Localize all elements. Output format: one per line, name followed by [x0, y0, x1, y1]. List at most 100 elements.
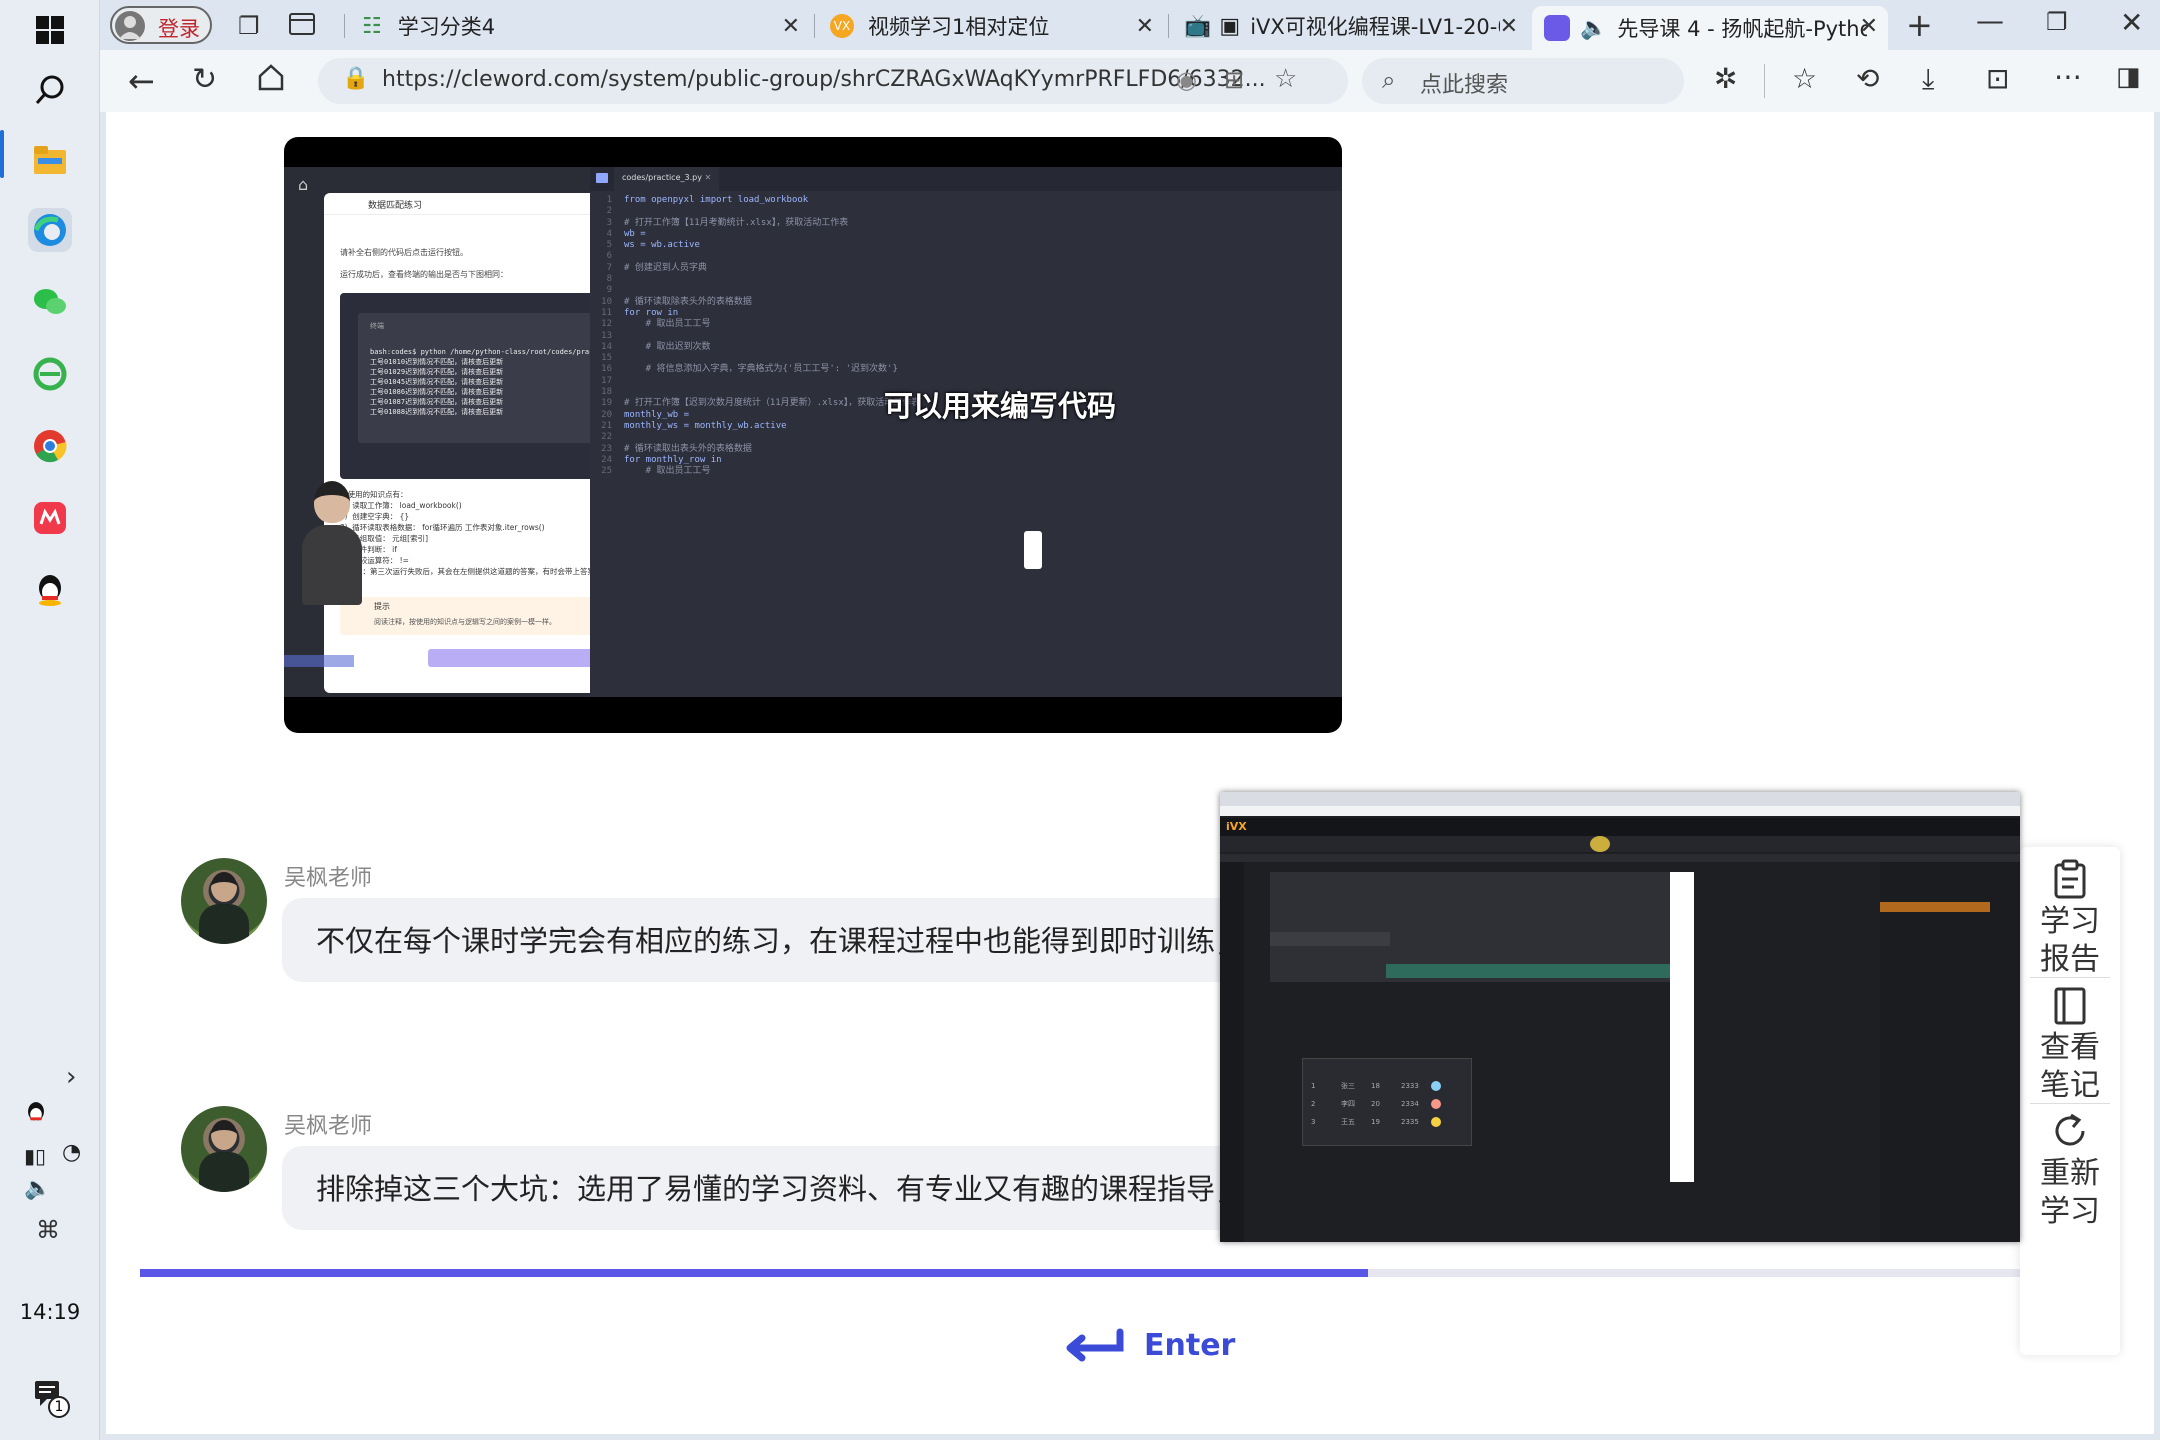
tab-label: 先导课 4 - 扬帆起航-Python [1617, 17, 1868, 41]
close-icon[interactable]: ✕ [1860, 14, 1878, 39]
window-close-icon[interactable]: ✕ [2120, 6, 2143, 39]
pip-table-cell: 19 [1371, 1118, 1380, 1126]
chrome-icon[interactable] [28, 424, 72, 468]
file-explorer-icon[interactable] [28, 138, 72, 182]
pip-table-cell: 18 [1371, 1082, 1380, 1090]
qq-icon[interactable] [28, 568, 72, 612]
terminal-label: 终端 [370, 322, 384, 330]
line-number: 8 [606, 274, 612, 285]
view-notes-button[interactable]: 查看笔记 [2020, 985, 2120, 1105]
qq-tray-icon[interactable] [24, 1100, 48, 1130]
pip-logo: iVX [1226, 820, 1247, 833]
workspaces-icon[interactable]: ❐ [238, 12, 260, 40]
back-icon[interactable]: ← [128, 62, 155, 100]
video-subtitle: 可以用来编写代码 [884, 389, 1117, 423]
address-bar[interactable]: 🔒 https://cleword.com/system/public-grou… [318, 58, 1348, 104]
speaker-icon[interactable]: 🔈 [1580, 16, 1607, 41]
close-icon[interactable]: ✕ [782, 14, 800, 39]
search-icon[interactable] [28, 68, 72, 112]
tools-strip [1024, 531, 1324, 569]
tab-actions-icon[interactable] [288, 10, 316, 42]
code-line: 16 # 将信息添加入字典，字典格式为{'员工工号': '迟到次数'} [590, 364, 1342, 375]
battery-icon[interactable]: ▮▯ [24, 1144, 46, 1168]
report-icon [2054, 859, 2086, 899]
user-avatar-icon [1431, 1117, 1441, 1127]
edge-icon[interactable]: ◉ [1176, 66, 1197, 94]
restore-icon[interactable]: ❐ [2046, 8, 2068, 36]
line-number: 11 [601, 307, 612, 318]
study-report-button[interactable]: 学习报告 [2020, 859, 2120, 979]
app-red-icon[interactable] [28, 496, 72, 540]
wifi-icon[interactable]: ◔ [62, 1140, 81, 1165]
ie-browser-icon[interactable] [28, 352, 72, 396]
pip-video-window[interactable]: iVX 1 张三 18 2333 2 李四 20 2334 3 王五 19 2335 [1220, 792, 2020, 1242]
line-number: 9 [606, 285, 612, 296]
tab-ivx-course[interactable]: 📺 ▣ iVX可视化编程课-LV1-20-02 ✕ [1172, 6, 1528, 46]
edge-browser-icon[interactable] [28, 208, 72, 252]
line-number: 5 [606, 240, 612, 251]
app-available-icon[interactable]: ⊞ [1224, 66, 1244, 94]
video-player[interactable]: ⌂ 数据匹配练习 请补全右侧的代码后点击运行按钮。 运行成功后，查看终端的输出是… [284, 137, 1342, 733]
enter-button[interactable]: Enter [1064, 1320, 1244, 1370]
minimize-icon[interactable]: — [1976, 4, 2004, 37]
restart-learning-button[interactable]: 重新学习 [2020, 1111, 2120, 1231]
lock-icon[interactable]: 🔒 [342, 66, 369, 91]
search-box[interactable]: ⌕ 点此搜索 [1362, 58, 1684, 104]
download-icon[interactable]: ⤓ [1922, 62, 1934, 96]
clock[interactable]: 14:19 [0, 1300, 100, 1324]
pip-table-row: 1 张三 18 2333 [1311, 1077, 1465, 1095]
line-number: 23 [601, 443, 612, 454]
login-button[interactable]: 登录 [110, 6, 212, 44]
extensions-icon[interactable]: ✲ [1714, 62, 1737, 95]
line-number: 13 [601, 330, 612, 341]
pip-table-cell: 3 [1311, 1118, 1316, 1126]
tab-video-study[interactable]: VX 视频学习1相对定位 ✕ [818, 6, 1164, 46]
home-icon[interactable] [256, 62, 286, 96]
code-line: 24 for monthly_row in [590, 455, 1342, 466]
refresh-icon[interactable]: ↻ [192, 62, 217, 97]
more-icon[interactable]: ⋯ [2054, 60, 2082, 93]
folder-icon [596, 173, 608, 183]
enter-arrow-icon [1066, 1328, 1124, 1362]
history-icon[interactable]: ⟲ [1856, 62, 1879, 95]
windows-start-icon[interactable] [28, 8, 72, 52]
list-icon: ☷ [362, 13, 382, 39]
new-tab-icon[interactable]: + [1906, 6, 1933, 44]
message-author: 吴枫老师 [284, 1114, 373, 1139]
line-text: from openpyxl import load_workbook [624, 195, 809, 205]
volume-icon[interactable]: 🔈 [24, 1176, 51, 1201]
chat-bubble: 不仅在每个课时学完会有相应的练习，在课程过程中也能得到即时训练，更 [282, 898, 1342, 982]
tab-study-category[interactable]: ☷ 学习分类4 ✕ [350, 6, 810, 46]
line-number: 12 [601, 319, 612, 330]
message-text: 不仅在每个课时学完会有相应的练习，在课程过程中也能得到即时训练，更 [316, 924, 1274, 958]
editor-side-tools-icon [1024, 531, 1042, 569]
video-frame: ⌂ 数据匹配练习 请补全右侧的代码后点击运行按钮。 运行成功后，查看终端的输出是… [284, 167, 1342, 697]
sidebar-toggle-icon[interactable]: ◨ [2116, 62, 2141, 92]
line-number: 2 [606, 206, 612, 217]
line-number: 17 [601, 375, 612, 386]
chevron-right-icon[interactable]: › [66, 1062, 76, 1092]
notification-badge: 1 [48, 1396, 70, 1418]
code-line: 5 ws = wb.active [590, 240, 1342, 251]
input-method-icon[interactable]: ⌘ [36, 1216, 60, 1244]
line-text: # 打开工作簿【11月考勤统计.xlsx】，获取活动工作表 [624, 217, 849, 228]
pip-table-cell: 2333 [1401, 1082, 1419, 1090]
favorite-star-icon[interactable]: ☆ [1274, 64, 1297, 94]
line-number: 16 [601, 364, 612, 375]
close-icon[interactable]: ✕ [1500, 14, 1518, 39]
line-text: # 取出迟到次数 [624, 341, 711, 352]
pip-tree-panel [1270, 872, 1670, 982]
pip-table-cell: 王五 [1341, 1118, 1355, 1126]
pip-browser-bar [1220, 792, 2020, 806]
lesson-progress-bar [140, 1269, 2120, 1277]
tab-python-lesson-active[interactable]: 🔈 先导课 4 - 扬帆起航-Python ✕ [1532, 6, 1888, 50]
screenshot-icon[interactable]: ⊡ [1986, 62, 2009, 95]
wechat-icon[interactable] [28, 280, 72, 324]
line-number: 15 [601, 353, 612, 364]
favorites-icon[interactable]: ☆ [1792, 62, 1817, 95]
tip-text: 阅读注释，按使用的知识点与逻辑写之间的案例一模一样。 [374, 618, 556, 626]
pip-table-cell: 1 [1311, 1082, 1316, 1090]
presenter-figure [298, 475, 364, 615]
user-avatar-icon [1431, 1081, 1441, 1091]
close-icon[interactable]: ✕ [1136, 14, 1154, 39]
